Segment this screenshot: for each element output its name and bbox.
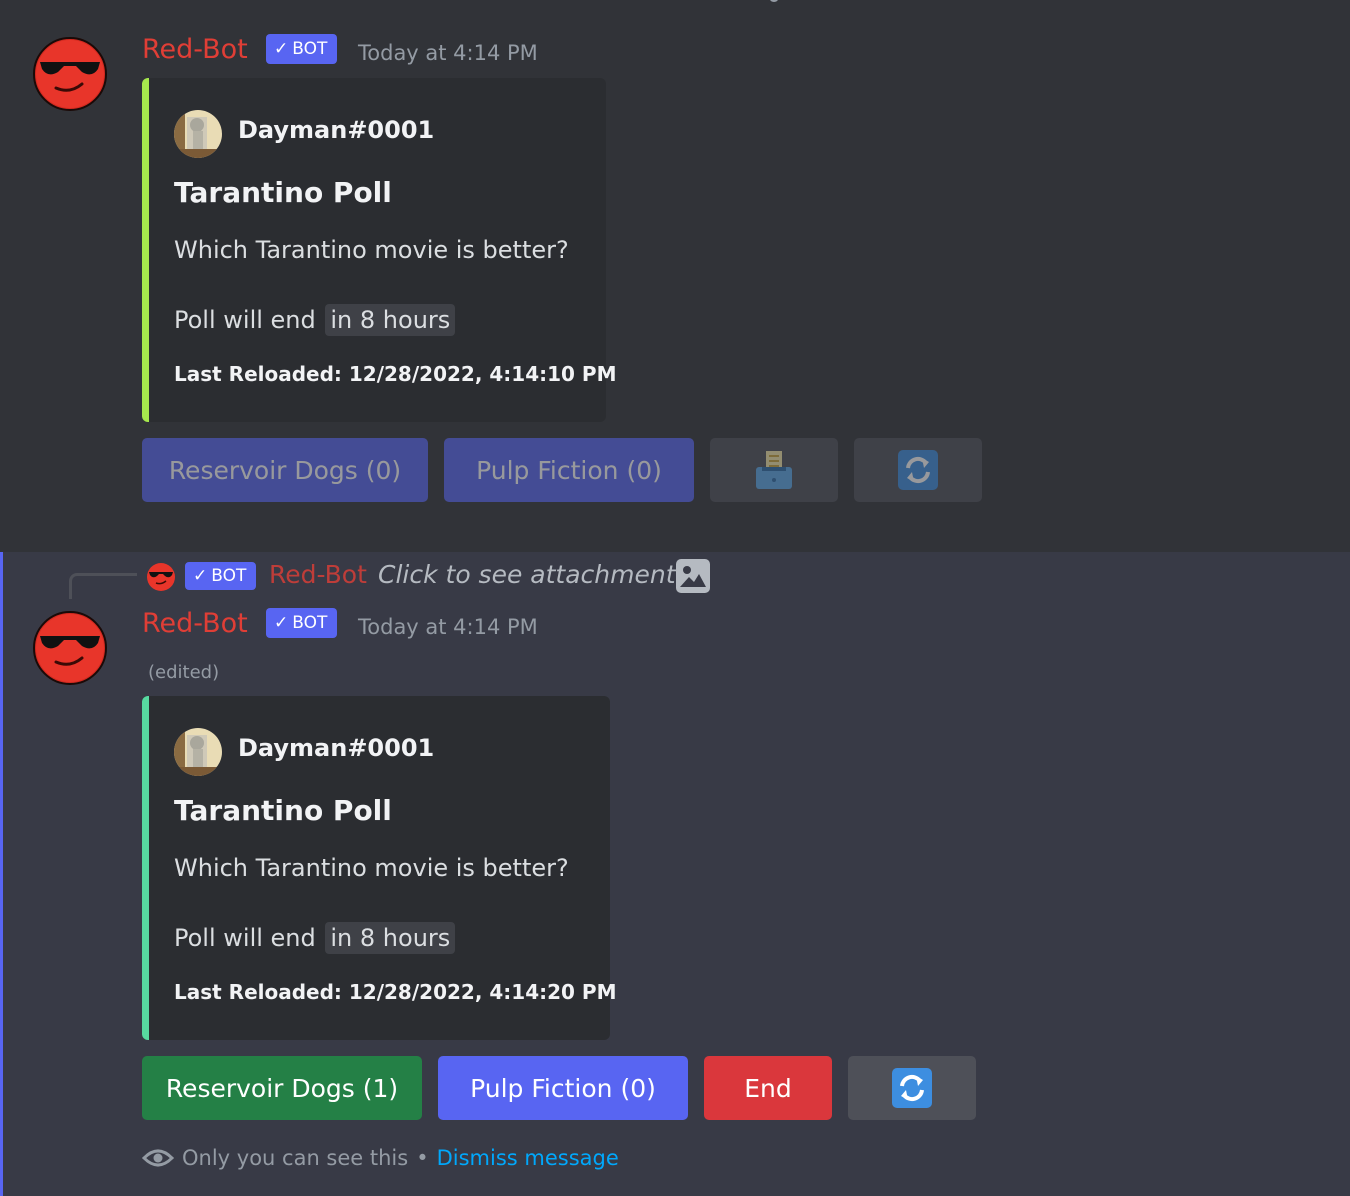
poll-end-prefix: Poll will end bbox=[174, 924, 316, 952]
reservoir-dogs-button[interactable]: Reservoir Dogs (0) bbox=[142, 438, 428, 502]
message-timestamp[interactable]: Today at 4:14 PM bbox=[358, 41, 538, 65]
bot-avatar[interactable] bbox=[32, 610, 108, 686]
verified-check-icon: ✓ bbox=[274, 39, 289, 59]
poll-end-line: Poll will end in 8 hours bbox=[174, 922, 456, 954]
embed-author-name[interactable]: Dayman#0001 bbox=[238, 116, 434, 144]
scroll-indicator bbox=[770, 0, 778, 2]
reply-author-name[interactable]: Red-Bot bbox=[269, 560, 367, 589]
author-name[interactable]: Red-Bot bbox=[142, 34, 248, 65]
bot-tag: ✓ BOT bbox=[266, 34, 338, 64]
reply-preview-text[interactable]: Click to see attachment bbox=[378, 560, 676, 589]
embed-title: Tarantino Poll bbox=[174, 794, 392, 827]
author-name[interactable]: Red-Bot bbox=[142, 608, 248, 639]
refresh-icon bbox=[892, 1068, 932, 1108]
embed-accent-bar bbox=[142, 78, 149, 422]
embed-author-avatar[interactable] bbox=[173, 109, 223, 159]
ephemeral-notice: Only you can see this • Dismiss message bbox=[142, 1146, 619, 1170]
edited-label: (edited) bbox=[148, 662, 220, 683]
pulp-fiction-button[interactable]: Pulp Fiction (0) bbox=[438, 1056, 688, 1120]
embed-accent-bar bbox=[142, 696, 149, 1040]
embed-author-avatar[interactable] bbox=[173, 727, 223, 777]
bot-tag: ✓ BOT bbox=[266, 608, 338, 638]
poll-end-time[interactable]: in 8 hours bbox=[325, 922, 456, 954]
end-poll-button[interactable]: End bbox=[704, 1056, 832, 1120]
poll-embed: Dayman#0001 Tarantino Poll Which Taranti… bbox=[142, 78, 616, 422]
dismiss-message-link[interactable]: Dismiss message bbox=[437, 1146, 619, 1170]
refresh-button[interactable] bbox=[854, 438, 982, 502]
embed-description: Which Tarantino movie is better? bbox=[174, 236, 569, 264]
ephemeral-separator: • bbox=[416, 1146, 429, 1170]
bot-tag-label: BOT bbox=[292, 613, 328, 633]
reply-bot-tag-label: BOT bbox=[211, 566, 247, 586]
verified-check-icon: ✓ bbox=[193, 566, 208, 586]
eye-icon bbox=[142, 1149, 174, 1167]
message-1: Red-Bot ✓ BOT Today at 4:14 PM Dayman#00… bbox=[0, 0, 1350, 552]
embed-author-name[interactable]: Dayman#0001 bbox=[238, 734, 434, 762]
reply-bot-tag: ✓ BOT bbox=[185, 562, 257, 590]
ephemeral-notice-text: Only you can see this bbox=[182, 1146, 409, 1170]
refresh-icon bbox=[898, 450, 938, 490]
embed-footer: Last Reloaded: 12/28/2022, 4:14:20 PM bbox=[174, 980, 617, 1004]
reply-avatar[interactable] bbox=[146, 562, 176, 592]
image-icon[interactable] bbox=[676, 559, 710, 593]
refresh-button[interactable] bbox=[848, 1056, 976, 1120]
embed-description: Which Tarantino movie is better? bbox=[174, 854, 569, 882]
bot-tag-label: BOT bbox=[292, 39, 328, 59]
message-2: ✓ BOT Red-Bot Click to see attachment Re… bbox=[0, 552, 1350, 1196]
bot-avatar[interactable] bbox=[32, 36, 108, 112]
poll-end-prefix: Poll will end bbox=[174, 306, 316, 334]
message-timestamp[interactable]: Today at 4:14 PM bbox=[358, 615, 538, 639]
poll-end-time[interactable]: in 8 hours bbox=[325, 304, 456, 336]
reply-spine bbox=[69, 573, 137, 599]
poll-end-line: Poll will end in 8 hours bbox=[174, 304, 456, 336]
verified-check-icon: ✓ bbox=[274, 613, 289, 633]
embed-footer: Last Reloaded: 12/28/2022, 4:14:10 PM bbox=[174, 362, 617, 386]
ballot-box-button[interactable] bbox=[710, 438, 838, 502]
pulp-fiction-button[interactable]: Pulp Fiction (0) bbox=[444, 438, 694, 502]
poll-embed: Dayman#0001 Tarantino Poll Which Taranti… bbox=[142, 696, 616, 1040]
reservoir-dogs-button[interactable]: Reservoir Dogs (1) bbox=[142, 1056, 422, 1120]
ballot-box-icon bbox=[756, 451, 792, 489]
embed-title: Tarantino Poll bbox=[174, 176, 392, 209]
